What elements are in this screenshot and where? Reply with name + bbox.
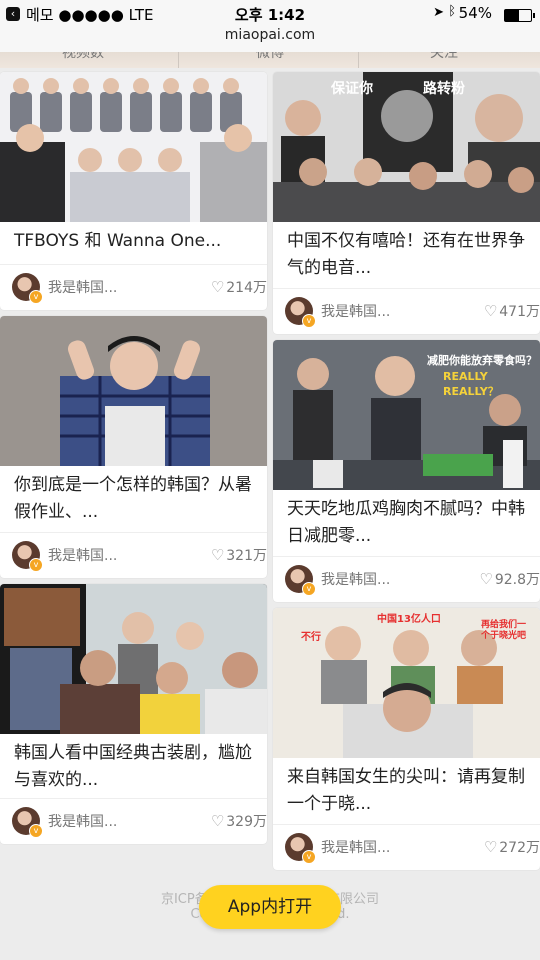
card-footer: v 我是韩国... ♡ 321万 xyxy=(0,532,267,578)
like-count[interactable]: ♡ 321万 xyxy=(211,545,267,565)
author-name[interactable]: 我是韩国... xyxy=(48,545,117,565)
video-thumbnail[interactable]: 中国13亿人口 不行 再给我们一个于晓光吧 xyxy=(273,608,540,758)
like-count[interactable]: ♡ 214万 xyxy=(211,277,267,297)
tab-follow[interactable]: 关注 xyxy=(430,52,458,62)
video-thumbnail[interactable] xyxy=(0,584,267,734)
verified-icon: v xyxy=(302,582,316,596)
video-title[interactable]: 中国不仅有嘻哈！还有在世界争气的电音... xyxy=(287,228,528,282)
video-title[interactable]: 你到底是一个怎样的韩国？从暑假作业、... xyxy=(14,472,255,526)
card-footer: v 我是韩国... ♡ 214万 xyxy=(0,264,267,310)
heart-icon: ♡ xyxy=(483,838,498,856)
author-name[interactable]: 我是韩国... xyxy=(321,569,390,589)
location-icon: ➤ xyxy=(433,5,444,20)
video-card[interactable]: 保证你 路转粉 中国不仅有嘻哈！还有在世界争气的电音... v 我是韩国... … xyxy=(273,72,540,334)
author-name[interactable]: 我是韩国... xyxy=(321,837,390,857)
video-title[interactable]: TFBOYS 和 Wanna One... xyxy=(14,228,255,255)
like-count-value: 329万 xyxy=(226,814,267,830)
video-card[interactable]: 减肥你能放弃零食吗？ REALLY REALLY？ 天天吃地瓜鸡胸肉不腻吗？中韩… xyxy=(273,340,540,602)
like-count[interactable]: ♡ 329万 xyxy=(211,811,267,831)
card-footer: v 我是韩国... ♡ 92.8万 xyxy=(273,556,540,602)
heart-icon: ♡ xyxy=(210,278,225,296)
thumbnail-caption: 不行 xyxy=(301,632,321,643)
card-footer: v 我是韩国... ♡ 471万 xyxy=(273,288,540,334)
like-count-value: 321万 xyxy=(226,548,267,564)
thumbnail-caption: 保证你 xyxy=(331,81,373,97)
avatar[interactable]: v xyxy=(12,541,43,572)
card-footer: v 我是韩国... ♡ 272万 xyxy=(273,824,540,870)
video-card[interactable]: 你到底是一个怎样的韩国？从暑假作业、... v 我是韩国... ♡ 321万 xyxy=(0,316,267,578)
card-footer: v 我是韩国... ♡ 329万 xyxy=(0,798,267,844)
verified-icon: v xyxy=(29,558,43,572)
avatar[interactable]: v xyxy=(285,833,316,864)
video-thumbnail[interactable] xyxy=(0,316,267,466)
video-thumbnail[interactable]: 保证你 路转粉 xyxy=(273,72,540,222)
like-count-value: 92.8万 xyxy=(494,572,540,588)
verified-icon: v xyxy=(302,314,316,328)
verified-icon: v xyxy=(29,824,43,838)
thumbnail-caption: 再给我们一个于晓光吧 xyxy=(481,620,527,641)
video-thumbnail[interactable] xyxy=(0,72,267,222)
heart-icon: ♡ xyxy=(479,570,493,588)
video-card[interactable]: 韩国人看中国经典古装剧，尴尬与喜欢的... v 我是韩国... ♡ 329万 xyxy=(0,584,267,844)
avatar[interactable]: v xyxy=(285,565,316,596)
avatar[interactable]: v xyxy=(285,297,316,328)
verified-icon: v xyxy=(29,290,43,304)
like-count[interactable]: ♡ 471万 xyxy=(484,301,540,321)
heart-icon: ♡ xyxy=(210,546,225,564)
like-count-value: 471万 xyxy=(499,304,540,320)
author-name[interactable]: 我是韩国... xyxy=(321,301,390,321)
like-count[interactable]: ♡ 92.8万 xyxy=(479,569,540,589)
battery-icon xyxy=(504,9,535,22)
like-count-value: 214万 xyxy=(226,280,267,296)
video-title[interactable]: 来自韩国女生的尖叫：请再复制一个于晓... xyxy=(287,764,528,818)
thumbnail-caption: 路转粉 xyxy=(423,81,465,97)
tab-videos[interactable]: 视频数 xyxy=(62,52,104,62)
author-name[interactable]: 我是韩国... xyxy=(48,277,117,297)
verified-icon: v xyxy=(302,850,316,864)
video-card[interactable]: 中国13亿人口 不行 再给我们一个于晓光吧 来自韩国女生的尖叫：请再复制一个于晓… xyxy=(273,608,540,870)
author-name[interactable]: 我是韩国... xyxy=(48,811,117,831)
bluetooth-icon: ᛒ xyxy=(448,4,456,19)
like-count-value: 272万 xyxy=(499,840,540,856)
thumbnail-caption: REALLY REALLY？ xyxy=(443,370,499,398)
status-bar: ‹ 메모 ●●●●● LTE 오후 1:42 ➤ ᛒ 54% miaopai.c… xyxy=(0,0,540,52)
tab-bar: 视频数 微博 关注 xyxy=(0,52,540,68)
video-thumbnail[interactable]: 减肥你能放弃零食吗？ REALLY REALLY？ xyxy=(273,340,540,490)
tab-weibo[interactable]: 微博 xyxy=(256,52,284,62)
avatar[interactable]: v xyxy=(12,807,43,838)
thumbnail-caption: 中国13亿人口 xyxy=(377,614,441,625)
open-in-app-button[interactable]: App内打开 xyxy=(199,885,341,929)
battery-percent: 54% xyxy=(458,4,492,22)
like-count[interactable]: ♡ 272万 xyxy=(484,837,540,857)
thumbnail-caption: 减肥你能放弃零食吗？ xyxy=(427,354,537,367)
video-card[interactable]: TFBOYS 和 Wanna One... v 我是韩国... ♡ 214万 xyxy=(0,72,267,310)
heart-icon: ♡ xyxy=(210,812,225,830)
heart-icon: ♡ xyxy=(483,302,498,320)
video-title[interactable]: 天天吃地瓜鸡胸肉不腻吗？中韩日减肥零... xyxy=(287,496,528,550)
address-bar[interactable]: miaopai.com xyxy=(0,27,540,43)
video-title[interactable]: 韩国人看中国经典古装剧，尴尬与喜欢的... xyxy=(14,740,255,794)
avatar[interactable]: v xyxy=(12,273,43,304)
